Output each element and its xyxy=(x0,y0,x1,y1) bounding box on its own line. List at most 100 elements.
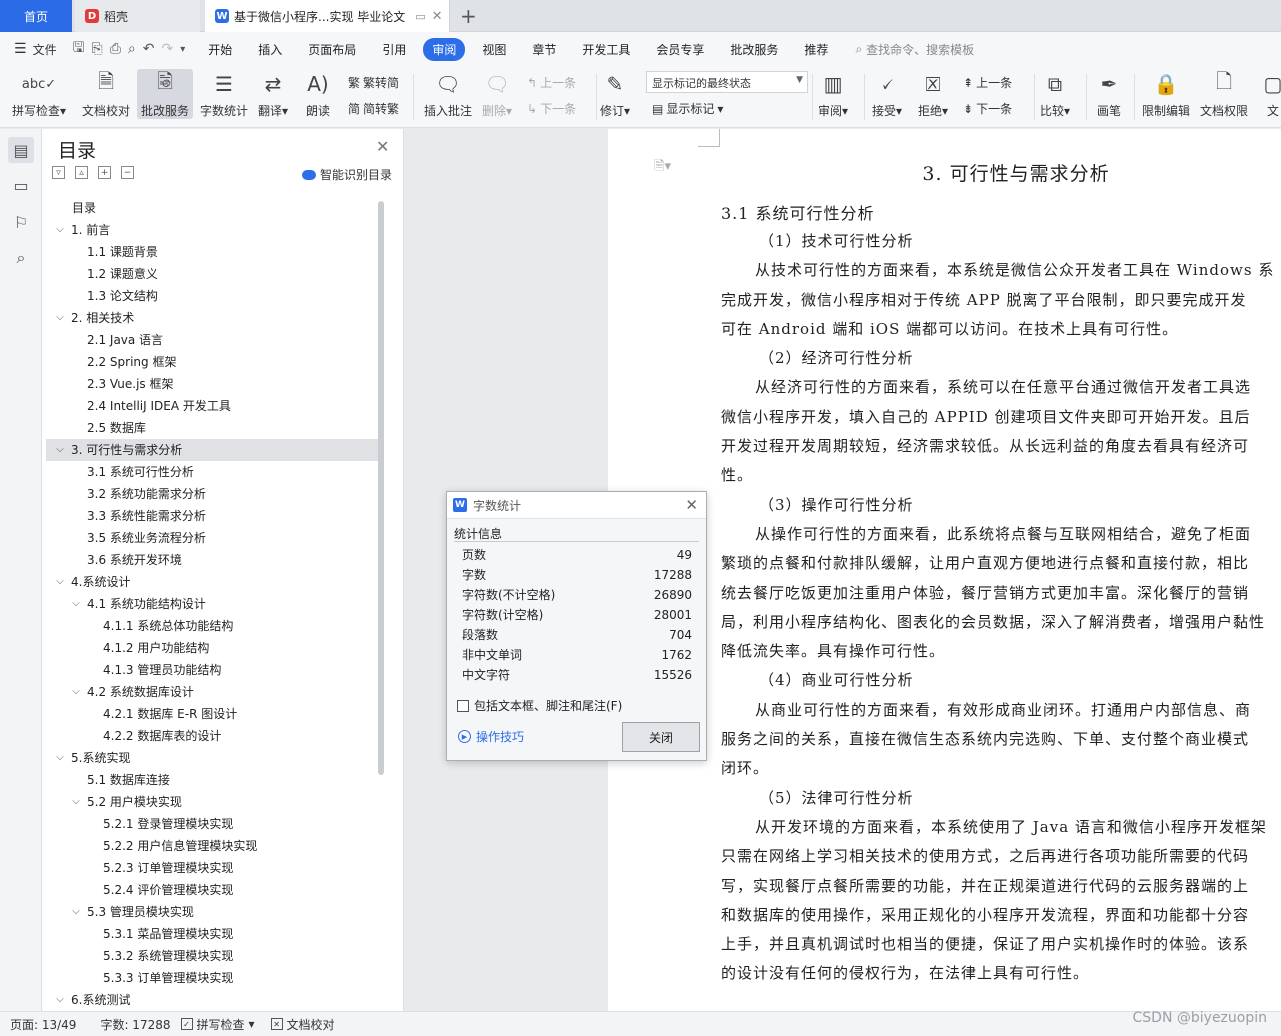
correction-service-button[interactable]: 🗟 批改服务 xyxy=(137,69,194,119)
menu-item[interactable]: 视图 xyxy=(473,38,515,61)
toc-item[interactable]: 5.2.1 登录管理模块实现 xyxy=(46,813,378,835)
menu-item[interactable]: 会员专享 xyxy=(647,38,713,61)
chevron-down-icon[interactable]: ⌵ xyxy=(54,439,66,461)
prev-comment-button[interactable]: ↰ 上一条 xyxy=(527,74,576,91)
show-markup-button[interactable]: ▤ 显示标记 ▾ xyxy=(652,100,723,117)
toc-item[interactable]: ⌵ 1. 前言 xyxy=(46,219,378,241)
translate-button[interactable]: ⇄ 翻译▾ xyxy=(258,69,288,119)
chevron-down-icon[interactable]: ⌵ xyxy=(54,571,66,593)
chevron-down-icon[interactable]: ⌵ xyxy=(70,593,82,615)
toc-item[interactable]: ⌵ 6.系统测试 xyxy=(46,989,378,1011)
toc-item[interactable]: 3.6 系统开发环境 xyxy=(46,549,378,571)
next-comment-button[interactable]: ↳ 下一条 xyxy=(527,100,576,117)
toc-item[interactable]: 5.2.2 用户信息管理模块实现 xyxy=(46,835,378,857)
toc-item[interactable]: ⌵ 2. 相关技术 xyxy=(46,307,378,329)
toc-item[interactable]: 3.5 系统业务流程分析 xyxy=(46,527,378,549)
toc-item[interactable]: 4.2.2 数据库表的设计 xyxy=(46,725,378,747)
menu-item[interactable]: 批改服务 xyxy=(721,38,787,61)
export-pdf-icon[interactable]: ⎘ xyxy=(92,41,103,57)
collapse-all-icon[interactable]: ▵ xyxy=(75,166,88,179)
toc-item[interactable]: ⌵ 5.3 管理员模块实现 xyxy=(46,901,378,923)
toc-item[interactable]: 4.1.2 用户功能结构 xyxy=(46,637,378,659)
smart-toc-button[interactable]: 智能识别目录 xyxy=(302,166,392,183)
page-indicator[interactable]: 页面: 13/49 xyxy=(10,1016,76,1033)
document-page[interactable]: 🗎▾ 3. 可行性与需求分析 3.1 系统可行性分析 （1）技术可行性分析 从技术… xyxy=(608,129,1281,1011)
toc-item[interactable]: 3.3 系统性能需求分析 xyxy=(46,505,378,527)
print-icon[interactable]: ⎙ xyxy=(110,41,121,57)
chevron-down-icon[interactable]: ⌵ xyxy=(54,747,66,769)
word-count-indicator[interactable]: 字数: 17288 xyxy=(100,1016,170,1033)
tab-detach-icon[interactable]: ▭ xyxy=(415,10,425,23)
chapter-pane-icon[interactable]: ▭ xyxy=(8,172,34,198)
spellcheck-button[interactable]: abc✓ 拼写检查▾ xyxy=(12,69,66,119)
proofread-status[interactable]: ✕ 文档校对 xyxy=(270,1016,335,1033)
toc-pane-icon[interactable]: ▤ xyxy=(8,137,34,163)
menu-item[interactable]: 开始 xyxy=(199,38,241,61)
next-change-button[interactable]: ⇟ 下一条 xyxy=(963,100,1012,117)
menu-item[interactable]: 审阅 xyxy=(423,37,466,61)
search-icon[interactable]: ⌕ xyxy=(8,245,34,271)
menu-item[interactable]: 开发工具 xyxy=(573,38,639,61)
toc-item[interactable]: ⌵ 4.系统设计 xyxy=(46,571,378,593)
accept-button[interactable]: 🗸 接受▾ xyxy=(872,69,902,119)
toc-item[interactable]: 2.5 数据库 xyxy=(46,417,378,439)
toc-item[interactable]: ⌵ 5.2 用户模块实现 xyxy=(46,791,378,813)
remove-heading-icon[interactable]: − xyxy=(121,166,134,179)
toc-item[interactable]: 1.1 课题背景 xyxy=(46,241,378,263)
toc-item[interactable]: ⌵ 3. 可行性与需求分析 xyxy=(46,439,378,461)
new-tab-icon[interactable]: + xyxy=(460,4,477,28)
add-heading-icon[interactable]: + xyxy=(98,166,111,179)
chevron-down-icon[interactable]: ⌵ xyxy=(54,989,66,1011)
bookmark-icon[interactable]: ⚐ xyxy=(8,209,34,235)
prev-change-button[interactable]: ⇞ 上一条 xyxy=(963,74,1012,91)
toc-item[interactable]: 5.2.3 订单管理模块实现 xyxy=(46,857,378,879)
delete-comment-button[interactable]: 🗨 删除▾ xyxy=(482,69,512,119)
save-icon[interactable]: 🖫 xyxy=(73,37,85,61)
toc-item[interactable]: 1.2 课题意义 xyxy=(46,263,378,285)
toc-item[interactable]: 2.2 Spring 框架 xyxy=(46,351,378,373)
toc-item[interactable]: 3.2 系统功能需求分析 xyxy=(46,483,378,505)
toc-item[interactable]: 2.3 Vue.js 框架 xyxy=(46,373,378,395)
toc-item[interactable]: 5.3.2 系统管理模块实现 xyxy=(46,945,378,967)
close-button[interactable]: 关闭 xyxy=(622,722,700,752)
review-pane-button[interactable]: ▥ 审阅▾ xyxy=(818,69,848,119)
paragraph-marker-icon[interactable]: 🗎▾ xyxy=(654,157,671,179)
restrict-editing-button[interactable]: 🔒 限制编辑 xyxy=(1142,69,1190,119)
toc-item[interactable]: 5.2.4 评价管理模块实现 xyxy=(46,879,378,901)
toc-item[interactable]: 目录 xyxy=(46,197,378,219)
command-search[interactable]: ⌕ 查找命令、搜索模板 xyxy=(855,41,974,58)
chevron-down-icon[interactable]: ⌵ xyxy=(70,681,82,703)
reject-button[interactable]: 🗵 拒绝▾ xyxy=(918,69,948,119)
chevron-down-icon[interactable]: ⌵ xyxy=(54,219,66,241)
read-aloud-button[interactable]: A) 朗读 xyxy=(303,69,333,119)
chevron-down-icon[interactable]: ⌵ xyxy=(70,901,82,923)
toc-item[interactable]: 1.3 论文结构 xyxy=(46,285,378,307)
simp-to-trad-button[interactable]: 简简转繁 xyxy=(348,100,399,117)
toc-item[interactable]: 5.3.3 订单管理模块实现 xyxy=(46,967,378,989)
toc-scrollbar[interactable] xyxy=(378,201,384,775)
tab-close-icon[interactable]: ✕ xyxy=(432,9,443,24)
toc-item[interactable]: ⌵ 5.系统实现 xyxy=(46,747,378,769)
toc-item[interactable]: 2.4 IntelliJ IDEA 开发工具 xyxy=(46,395,378,417)
tab-home[interactable]: 首页 xyxy=(0,0,72,32)
dialog-close-icon[interactable]: ✕ xyxy=(685,496,698,514)
toc-item[interactable]: 2.1 Java 语言 xyxy=(46,329,378,351)
display-state-select[interactable]: 显示标记的最终状态 ▼ xyxy=(646,71,808,93)
undo-icon[interactable]: ↶ xyxy=(143,41,155,57)
proofread-button[interactable]: 🗎 文档校对 xyxy=(82,69,130,119)
menu-item[interactable]: 章节 xyxy=(523,38,565,61)
menu-item[interactable]: 插入 xyxy=(249,38,291,61)
chevron-down-icon[interactable]: ⌵ xyxy=(70,791,82,813)
tab-docer[interactable]: D 稻壳 xyxy=(75,0,200,32)
compare-button[interactable]: ⧉ 比较▾ xyxy=(1040,69,1070,119)
include-textbox-checkbox[interactable]: 包括文本框、脚注和尾注(F) xyxy=(457,697,622,714)
print-preview-icon[interactable]: ⌕ xyxy=(128,41,136,57)
menu-item[interactable]: 页面布局 xyxy=(299,38,365,61)
trad-to-simp-button[interactable]: 繁繁转简 xyxy=(348,74,399,91)
doc-more-button[interactable]: ▢ 文 xyxy=(1258,69,1281,119)
pen-button[interactable]: ✒ 画笔 xyxy=(1094,69,1124,119)
toc-item[interactable]: ⌵ 4.2 系统数据库设计 xyxy=(46,681,378,703)
toc-item[interactable]: 4.1.1 系统总体功能结构 xyxy=(46,615,378,637)
file-menu[interactable]: ☰ 文件 xyxy=(14,41,57,58)
expand-all-icon[interactable]: ▿ xyxy=(52,166,65,179)
